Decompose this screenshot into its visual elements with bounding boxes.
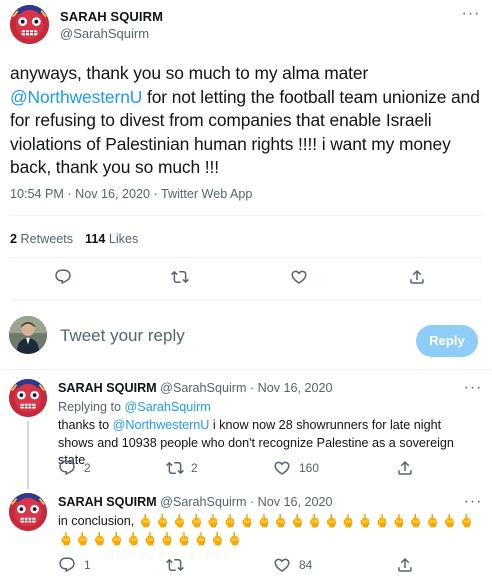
- reply-icon[interactable]: [54, 268, 74, 288]
- divider: [10, 215, 482, 216]
- divider: [10, 257, 482, 258]
- reply-author-name[interactable]: SARAH SQUIRM: [58, 495, 157, 509]
- retweets-stat[interactable]: 2 Retweets: [10, 232, 73, 246]
- reply-actions: 1 84: [0, 556, 492, 580]
- reply-icon[interactable]: [58, 556, 78, 576]
- retweet-icon[interactable]: [171, 268, 191, 288]
- reply-composer: Tweet your reply Reply: [0, 305, 492, 365]
- more-icon[interactable]: ···: [460, 6, 482, 22]
- tweet-text-before: anyways, thank you so much to my alma ma…: [10, 63, 369, 83]
- author-avatar[interactable]: [10, 5, 49, 44]
- tweet-meta[interactable]: 10:54 PM · Nov 16, 2020 · Twitter Web Ap…: [10, 187, 252, 201]
- reply-text-before: thanks to: [58, 418, 113, 432]
- heart-icon[interactable]: [273, 459, 293, 479]
- heart-icon[interactable]: [290, 268, 310, 288]
- likes-stat[interactable]: 114 Likes: [85, 232, 138, 246]
- mention-link[interactable]: @NorthwesternU: [113, 418, 210, 432]
- author-handle[interactable]: @SarahSquirm: [60, 26, 149, 41]
- share-icon[interactable]: [396, 556, 416, 576]
- reply-header: SARAH SQUIRM @SarahSquirm · Nov 16, 2020: [58, 495, 333, 509]
- divider: [10, 300, 482, 301]
- share-icon[interactable]: [396, 459, 416, 479]
- tweet-text: anyways, thank you so much to my alma ma…: [10, 62, 485, 180]
- retweets-count: 2: [10, 232, 18, 246]
- mention-link[interactable]: @NorthwesternU: [10, 87, 142, 107]
- replying-to-link[interactable]: @SarahSquirm: [125, 400, 211, 414]
- replying-to: Replying to @SarahSquirm: [58, 400, 211, 414]
- like-count: 160: [299, 461, 320, 475]
- reply-author-sub[interactable]: @SarahSquirm · Nov 16, 2020: [160, 495, 332, 509]
- emoji-line: 🖕🖕🖕🖕🖕🖕🖕🖕🖕🖕🖕: [58, 531, 244, 546]
- tweet-actions: [0, 268, 492, 292]
- user-avatar[interactable]: [9, 316, 47, 354]
- heart-icon[interactable]: [273, 556, 293, 576]
- author-name[interactable]: SARAH SQUIRM: [60, 9, 163, 24]
- reply-author-sub[interactable]: @SarahSquirm · Nov 16, 2020: [160, 381, 332, 395]
- reply-author-avatar[interactable]: [9, 493, 47, 531]
- share-icon[interactable]: [408, 268, 428, 288]
- replying-prefix: Replying to: [58, 400, 125, 414]
- reply-text-body: in conclusion,: [58, 514, 138, 528]
- reply-actions: 2 2 160: [0, 459, 492, 483]
- reply-header: SARAH SQUIRM @SarahSquirm · Nov 16, 2020: [58, 381, 333, 395]
- likes-count: 114: [85, 232, 106, 246]
- reply-tweet[interactable]: SARAH SQUIRM @SarahSquirm · Nov 16, 2020…: [0, 370, 492, 489]
- retweet-count: 2: [191, 461, 198, 475]
- likes-label: Likes: [108, 232, 139, 246]
- retweets-label: Retweets: [20, 232, 74, 246]
- retweet-icon[interactable]: [166, 459, 186, 479]
- reply-tweet[interactable]: SARAH SQUIRM @SarahSquirm · Nov 16, 2020…: [0, 484, 492, 581]
- reply-count: 2: [84, 461, 91, 475]
- emoji-line: 🖕🖕🖕🖕🖕🖕🖕🖕🖕🖕🖕🖕🖕🖕🖕🖕🖕🖕🖕🖕: [137, 514, 476, 528]
- retweet-icon[interactable]: [166, 556, 186, 576]
- tweet-stats: 2 Retweets 114 Likes: [10, 232, 138, 246]
- reply-icon[interactable]: [58, 459, 78, 479]
- reply-author-name[interactable]: SARAH SQUIRM: [58, 381, 157, 395]
- like-count: 84: [299, 558, 313, 572]
- reply-author-avatar[interactable]: [9, 379, 47, 417]
- reply-text: in conclusion, 🖕🖕🖕🖕🖕🖕🖕🖕🖕🖕🖕🖕🖕🖕🖕🖕🖕🖕🖕🖕 🖕🖕🖕🖕…: [58, 513, 478, 548]
- reply-count: 1: [84, 558, 91, 572]
- reply-input[interactable]: Tweet your reply: [60, 326, 185, 346]
- more-icon[interactable]: ···: [462, 494, 484, 510]
- more-icon[interactable]: ···: [462, 380, 484, 396]
- reply-button[interactable]: Reply: [416, 325, 478, 357]
